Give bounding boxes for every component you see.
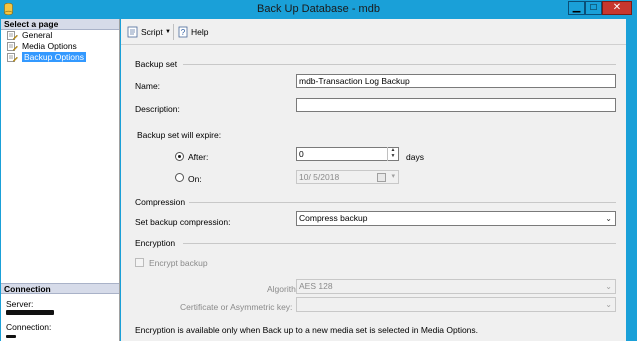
title-bar[interactable]: Back Up Database - mdb ▁ □ ✕ bbox=[0, 0, 637, 19]
chevron-down-icon: ⌄ bbox=[605, 282, 612, 291]
description-label: Description: bbox=[135, 104, 180, 114]
compression-select[interactable]: Compress backup ⌄ bbox=[296, 211, 616, 226]
date-dropdown-icon[interactable]: ▾ bbox=[391, 171, 395, 183]
compression-group-title: Compression bbox=[135, 197, 186, 207]
certificate-label: Certificate or Asymmetric key: bbox=[180, 302, 293, 312]
page-item-label: Media Options bbox=[22, 41, 77, 51]
days-unit-label: days bbox=[406, 152, 424, 162]
close-button[interactable]: ✕ bbox=[602, 1, 632, 15]
encryption-note: Encryption is available only when Back u… bbox=[135, 325, 479, 335]
after-radio[interactable] bbox=[175, 152, 184, 161]
server-label: Server: bbox=[6, 299, 34, 309]
algorithm-value: AES 128 bbox=[299, 281, 333, 291]
on-date-value: 10/ 5/2018 bbox=[299, 172, 340, 182]
on-radio[interactable] bbox=[175, 173, 184, 182]
page-item-media-options[interactable]: Media Options bbox=[4, 41, 119, 52]
on-date-field[interactable]: 10/ 5/2018 ▾ bbox=[296, 170, 399, 184]
page-wrench-icon bbox=[7, 53, 18, 62]
on-label: On: bbox=[188, 174, 202, 184]
compression-value: Compress backup bbox=[299, 213, 368, 223]
after-days-value: 0 bbox=[299, 149, 304, 159]
name-field[interactable]: mdb-Transaction Log Backup bbox=[296, 74, 616, 88]
connection-label: Connection: bbox=[6, 322, 52, 332]
redacted-server-name bbox=[6, 310, 54, 315]
after-days-field[interactable]: 0 ▲ ▼ bbox=[296, 147, 399, 161]
backup-set-group-title: Backup set bbox=[135, 59, 178, 69]
backup-database-window: Back Up Database - mdb ▁ □ ✕ Select a pa… bbox=[0, 0, 637, 341]
help-button[interactable]: Help bbox=[191, 26, 208, 38]
page-item-label: General bbox=[22, 30, 53, 40]
chevron-down-icon: ⌄ bbox=[605, 214, 612, 223]
encrypt-backup-checkbox[interactable] bbox=[135, 258, 144, 267]
page-item-label: Backup Options bbox=[22, 52, 87, 62]
connection-section: Connection Server: Connection: bbox=[1, 283, 119, 338]
certificate-select[interactable]: ⌄ bbox=[296, 297, 616, 312]
select-page-header: Select a page bbox=[1, 19, 119, 30]
toolbar: Script ▼ ? Help bbox=[121, 19, 626, 45]
group-divider bbox=[189, 202, 616, 203]
connection-header: Connection bbox=[1, 283, 119, 294]
page-selector-pane: Select a page General Media Options Back… bbox=[1, 19, 120, 341]
description-field[interactable] bbox=[296, 98, 616, 112]
encryption-group-title: Encryption bbox=[135, 238, 176, 248]
toolbar-separator bbox=[173, 24, 174, 40]
calendar-icon[interactable] bbox=[377, 173, 386, 182]
script-button[interactable]: Script bbox=[141, 26, 163, 38]
redacted-connection-name bbox=[6, 335, 16, 338]
page-wrench-icon bbox=[7, 42, 18, 51]
backup-options-pane: Script ▼ ? Help Backup set Name: mdb-Tra… bbox=[121, 19, 626, 341]
script-icon bbox=[127, 26, 138, 38]
page-item-backup-options[interactable]: Backup Options bbox=[4, 52, 119, 63]
days-spinner[interactable]: ▲ ▼ bbox=[387, 147, 398, 161]
script-dropdown-arrow[interactable]: ▼ bbox=[165, 26, 171, 38]
spin-down-icon[interactable]: ▼ bbox=[388, 153, 398, 159]
expire-label: Backup set will expire: bbox=[137, 130, 222, 140]
svg-text:?: ? bbox=[181, 28, 186, 37]
algorithm-select[interactable]: AES 128 ⌄ bbox=[296, 279, 616, 294]
help-icon: ? bbox=[178, 26, 188, 38]
maximize-button[interactable]: □ bbox=[585, 1, 602, 15]
after-label: After: bbox=[188, 152, 209, 162]
page-item-general[interactable]: General bbox=[4, 30, 119, 41]
window-title: Back Up Database - mdb bbox=[257, 3, 380, 15]
group-divider bbox=[183, 64, 616, 65]
chevron-down-icon: ⌄ bbox=[605, 300, 612, 309]
encrypt-backup-label: Encrypt backup bbox=[149, 258, 208, 268]
name-label: Name: bbox=[135, 81, 161, 91]
compression-label: Set backup compression: bbox=[135, 217, 231, 227]
page-wrench-icon bbox=[7, 31, 18, 40]
minimize-button[interactable]: ▁ bbox=[568, 1, 585, 15]
group-divider bbox=[183, 243, 616, 244]
